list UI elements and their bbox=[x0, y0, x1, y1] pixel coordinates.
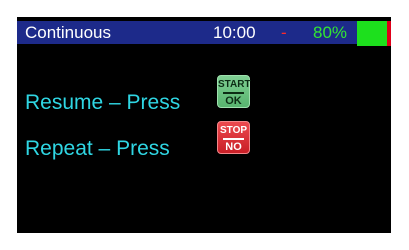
stop-key-divider bbox=[223, 138, 244, 140]
mode-label: Continuous bbox=[25, 23, 112, 42]
stop-no-key-icon: STOP NO bbox=[217, 121, 250, 154]
no-key-label: NO bbox=[225, 141, 242, 153]
ok-key-label: OK bbox=[225, 95, 242, 107]
device-screen: Continuous 10:00 - 80% Resume – Press ST… bbox=[17, 17, 391, 233]
resume-instruction: Resume – Press bbox=[25, 91, 181, 114]
battery-empty-fill bbox=[387, 21, 391, 46]
battery-percent: 80% bbox=[313, 23, 348, 42]
repeat-instruction: Repeat – Press bbox=[25, 137, 170, 160]
stop-key-label: STOP bbox=[219, 125, 248, 136]
battery-icon bbox=[357, 21, 391, 46]
status-separator: - bbox=[281, 23, 287, 42]
start-key-divider bbox=[223, 92, 244, 94]
battery-charge-fill bbox=[357, 21, 387, 46]
clock: 10:00 bbox=[213, 23, 256, 42]
start-key-label: START bbox=[218, 79, 251, 90]
start-ok-key-icon: START OK bbox=[217, 75, 251, 108]
status-bar: Continuous 10:00 - 80% bbox=[17, 21, 378, 44]
